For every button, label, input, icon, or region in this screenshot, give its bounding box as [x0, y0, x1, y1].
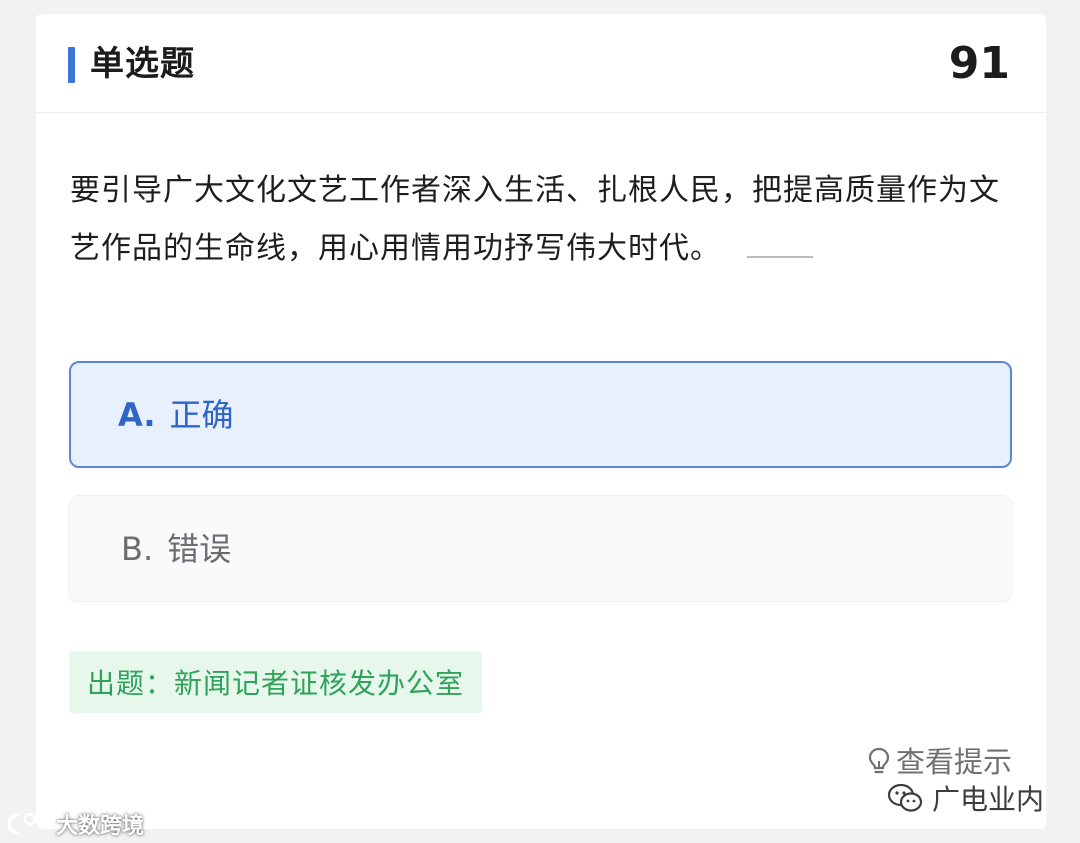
- wechat-icon: [887, 783, 923, 812]
- watermark-logo-icon: [8, 812, 49, 835]
- header-accent-bar: [68, 47, 75, 83]
- option-b-letter: B.: [121, 529, 154, 568]
- option-b[interactable]: B. 错误: [69, 495, 1012, 602]
- option-b-label: 错误: [167, 529, 232, 568]
- question-text-block: 要引导广大文化文艺工作者深入生活、扎根人民，把提高质量作为文艺作品的生命线，用心…: [70, 162, 1020, 278]
- option-a[interactable]: A. 正确: [69, 361, 1012, 468]
- view-hint-label: 查看提示: [895, 745, 1012, 779]
- answer-blank: [747, 236, 813, 258]
- question-header: 单选题 91: [36, 14, 1046, 113]
- view-hint-button[interactable]: 查看提示: [866, 742, 1012, 782]
- question-source-badge: 出题：新闻记者证核发办公室: [69, 651, 483, 713]
- question-type-title: 单选题: [90, 44, 195, 84]
- question-number: 91: [948, 38, 1010, 89]
- question-text: 要引导广大文化文艺工作者深入生活、扎根人民，把提高质量作为文艺作品的生命线，用心…: [70, 173, 1000, 266]
- quiz-page: 单选题 91 要引导广大文化文艺工作者深入生活、扎根人民，把提高质量作为文艺作品…: [0, 0, 1080, 843]
- source-watermark: 大数跨境: [8, 808, 144, 840]
- source-watermark-label: 大数跨境: [56, 814, 145, 839]
- account-watermark: 广电业内: [886, 778, 1044, 818]
- lightbulb-icon: [868, 747, 890, 774]
- option-a-label: 正确: [169, 395, 234, 434]
- question-source-label: 出题：新闻记者证核发办公室: [87, 667, 465, 700]
- option-a-letter: A.: [118, 395, 156, 434]
- account-watermark-label: 广电业内: [931, 783, 1044, 816]
